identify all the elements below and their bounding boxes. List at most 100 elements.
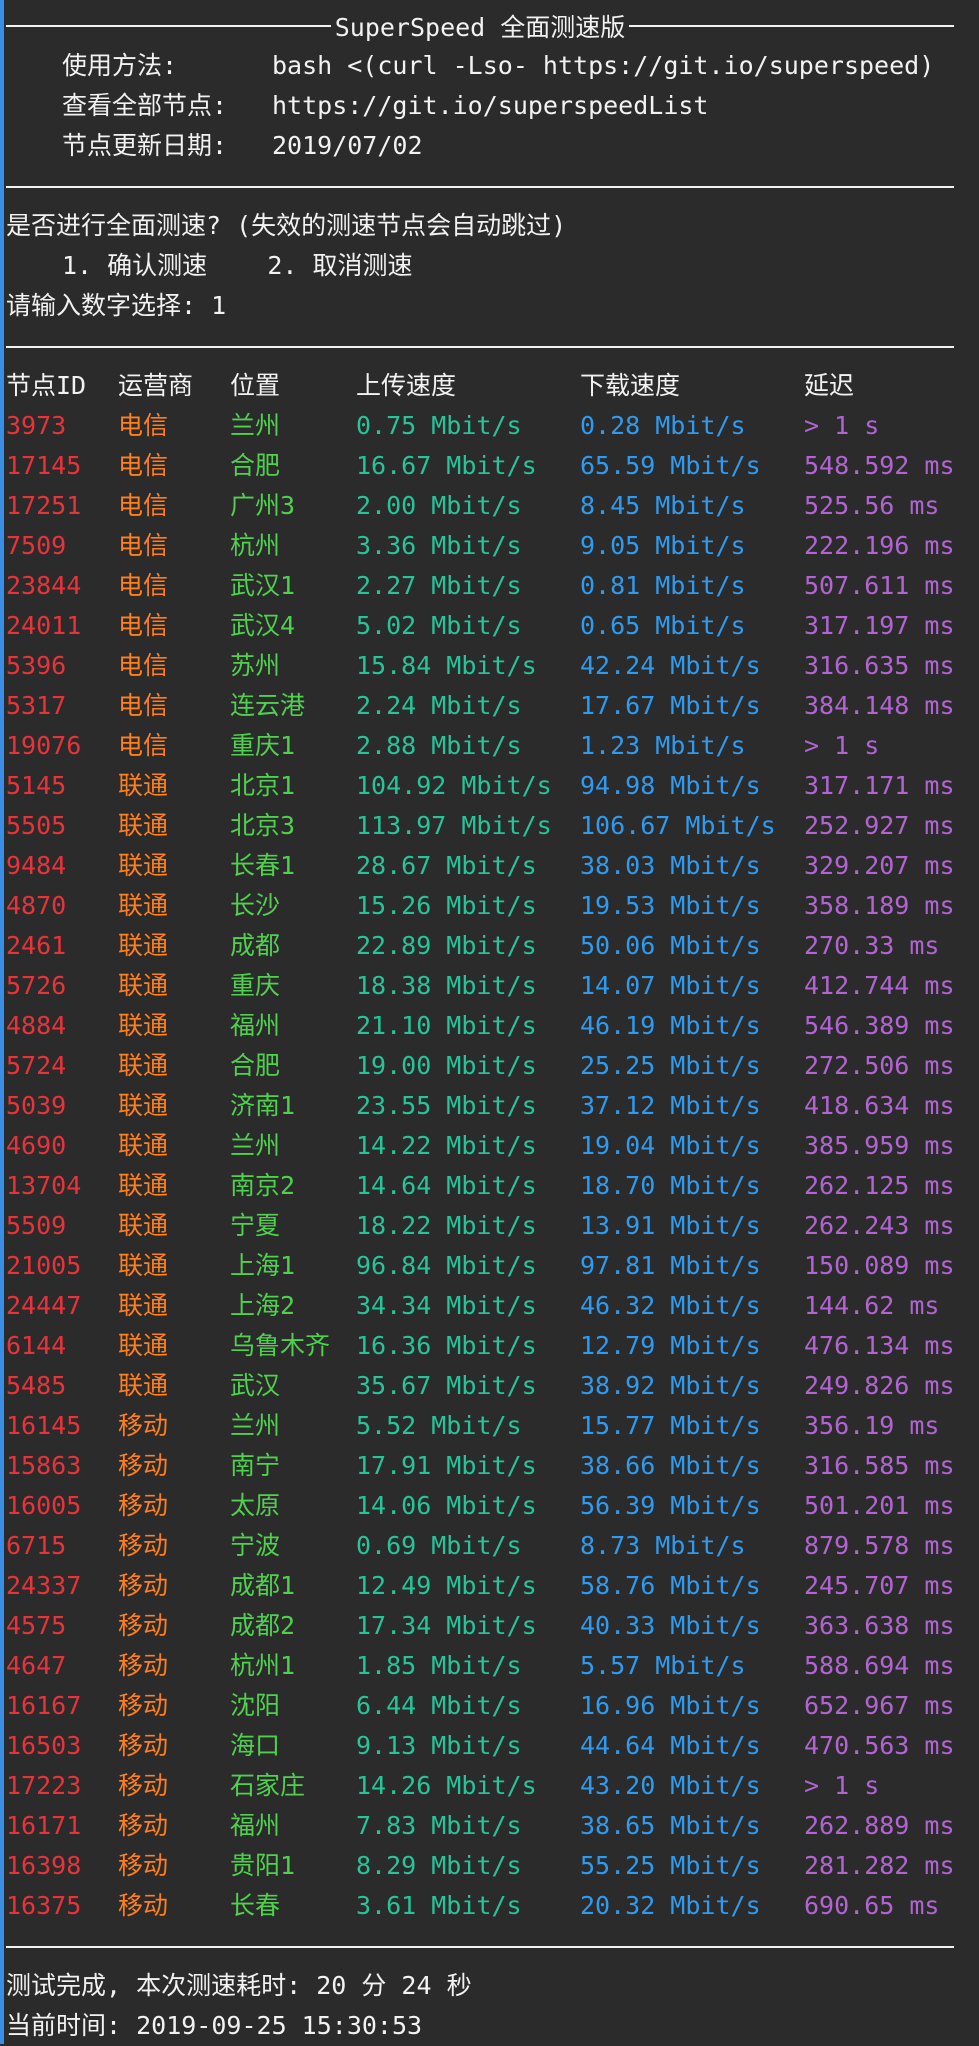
cell-isp: 电信: [118, 491, 169, 520]
cell-download-speed: 43.20 Mbit/s: [580, 1771, 761, 1800]
cell-node-id: 4690: [6, 1131, 67, 1160]
test-complete-message: 测试完成, 本次测速耗时: 20 分 24 秒: [6, 1971, 472, 2000]
table-row: 7509 电信 杭州 3.36 Mbit/s 9.05 Mbit/s 222.196 ms: [0, 526, 979, 566]
prompt-input-line: 请输入数字选择: 1: [6, 291, 227, 320]
cell-location: 杭州1: [230, 1651, 296, 1680]
cell-latency: 470.563 ms: [804, 1731, 955, 1760]
cell-download-speed: 8.45 Mbit/s: [580, 491, 746, 520]
cell-download-speed: 55.25 Mbit/s: [580, 1851, 761, 1880]
cell-download-speed: 50.06 Mbit/s: [580, 931, 761, 960]
table-row: 16167 移动 沈阳 6.44 Mbit/s 16.96 Mbit/s 652.967 …: [0, 1686, 979, 1726]
cell-latency: 262.889 ms: [804, 1811, 955, 1840]
header-download: 下载速度: [580, 371, 681, 400]
cell-isp: 移动: [118, 1651, 169, 1680]
cell-upload-speed: 16.36 Mbit/s: [356, 1331, 537, 1360]
cell-location: 海口: [230, 1731, 281, 1760]
cell-download-speed: 97.81 Mbit/s: [580, 1251, 761, 1280]
cell-upload-speed: 8.29 Mbit/s: [356, 1851, 522, 1880]
cell-upload-speed: 12.49 Mbit/s: [356, 1571, 537, 1600]
cell-location: 福州: [230, 1811, 281, 1840]
cell-upload-speed: 3.61 Mbit/s: [356, 1891, 522, 1920]
cell-upload-speed: 14.64 Mbit/s: [356, 1171, 537, 1200]
cell-isp: 联通: [118, 1091, 169, 1120]
cell-location: 成都: [230, 931, 281, 960]
cell-node-id: 4870: [6, 891, 67, 920]
cell-location: 连云港: [230, 691, 306, 720]
cell-node-id: 16145: [6, 1411, 82, 1440]
table-row: 6715 移动 宁波 0.69 Mbit/s 8.73 Mbit/s 879.578 ms: [0, 1526, 979, 1566]
cell-download-speed: 19.04 Mbit/s: [580, 1131, 761, 1160]
cell-latency: 329.207 ms: [804, 851, 955, 880]
cell-download-speed: 0.28 Mbit/s: [580, 411, 746, 440]
cell-isp: 联通: [118, 891, 169, 920]
cell-download-speed: 17.67 Mbit/s: [580, 691, 761, 720]
table-row: 23844 电信 武汉1 2.27 Mbit/s 0.81 Mbit/s 507.611 …: [0, 566, 979, 606]
cell-latency: > 1 s: [804, 411, 880, 440]
cell-download-speed: 38.66 Mbit/s: [580, 1451, 761, 1480]
table-row: 19076 电信 重庆1 2.88 Mbit/s 1.23 Mbit/s > 1 s: [0, 726, 979, 766]
cell-latency: 412.744 ms: [804, 971, 955, 1000]
cell-upload-speed: 2.00 Mbit/s: [356, 491, 522, 520]
cell-download-speed: 46.19 Mbit/s: [580, 1011, 761, 1040]
cell-latency: 281.282 ms: [804, 1851, 955, 1880]
cell-node-id: 16005: [6, 1491, 82, 1520]
cell-isp: 移动: [118, 1691, 169, 1720]
cell-node-id: 4884: [6, 1011, 67, 1040]
table-row: 24011 电信 武汉4 5.02 Mbit/s 0.65 Mbit/s 317.197 …: [0, 606, 979, 646]
cell-isp: 移动: [118, 1891, 169, 1920]
cell-location: 武汉1: [230, 571, 296, 600]
table-row: 4690 联通 兰州 14.22 Mbit/s 19.04 Mbit/s 385.959 …: [0, 1126, 979, 1166]
cell-latency: 150.089 ms: [804, 1251, 955, 1280]
cell-location: 兰州: [230, 1411, 281, 1440]
cell-latency: 546.389 ms: [804, 1011, 955, 1040]
cell-upload-speed: 34.34 Mbit/s: [356, 1291, 537, 1320]
cell-location: 合肥: [230, 1051, 281, 1080]
cell-latency: 252.927 ms: [804, 811, 955, 840]
cell-latency: 588.694 ms: [804, 1651, 955, 1680]
cell-latency: 272.506 ms: [804, 1051, 955, 1080]
cell-latency: 652.967 ms: [804, 1691, 955, 1720]
cell-location: 兰州: [230, 1131, 281, 1160]
cell-isp: 联通: [118, 1131, 169, 1160]
table-row: 15863 移动 南宁 17.91 Mbit/s 38.66 Mbit/s 316.585…: [0, 1446, 979, 1486]
table-row: 5317 电信 连云港 2.24 Mbit/s 17.67 Mbit/s 384.148 …: [0, 686, 979, 726]
cell-upload-speed: 0.69 Mbit/s: [356, 1531, 522, 1560]
cell-isp: 联通: [118, 1051, 169, 1080]
table-row: 16145 移动 兰州 5.52 Mbit/s 15.77 Mbit/s 356.19 m…: [0, 1406, 979, 1446]
cell-latency: > 1 s: [804, 1771, 880, 1800]
cell-download-speed: 5.57 Mbit/s: [580, 1651, 746, 1680]
cell-download-speed: 42.24 Mbit/s: [580, 651, 761, 680]
cell-node-id: 17251: [6, 491, 82, 520]
cell-download-speed: 9.05 Mbit/s: [580, 531, 746, 560]
cell-latency: 270.33 ms: [804, 931, 940, 960]
table-row: 13704 联通 南京2 14.64 Mbit/s 18.70 Mbit/s 262.12…: [0, 1166, 979, 1206]
cell-node-id: 16503: [6, 1731, 82, 1760]
cell-isp: 联通: [118, 851, 169, 880]
table-row: 6144 联通 乌鲁木齐 16.36 Mbit/s 12.79 Mbit/s 476.13…: [0, 1326, 979, 1366]
cell-upload-speed: 0.75 Mbit/s: [356, 411, 522, 440]
cell-upload-speed: 23.55 Mbit/s: [356, 1091, 537, 1120]
cell-node-id: 19076: [6, 731, 82, 760]
cell-latency: 356.19 ms: [804, 1411, 940, 1440]
cell-download-speed: 13.91 Mbit/s: [580, 1211, 761, 1240]
table-row: 17223 移动 石家庄 14.26 Mbit/s 43.20 Mbit/s > 1 s: [0, 1766, 979, 1806]
cell-upload-speed: 96.84 Mbit/s: [356, 1251, 537, 1280]
cell-node-id: 17145: [6, 451, 82, 480]
cell-location: 南宁: [230, 1451, 281, 1480]
cell-isp: 移动: [118, 1771, 169, 1800]
cell-upload-speed: 2.88 Mbit/s: [356, 731, 522, 760]
cell-location: 沈阳: [230, 1691, 281, 1720]
table-row: 16171 移动 福州 7.83 Mbit/s 38.65 Mbit/s 262.889 …: [0, 1806, 979, 1846]
cell-download-speed: 94.98 Mbit/s: [580, 771, 761, 800]
cell-upload-speed: 14.26 Mbit/s: [356, 1771, 537, 1800]
cell-location: 重庆: [230, 971, 281, 1000]
cell-location: 重庆1: [230, 731, 296, 760]
cell-upload-speed: 9.13 Mbit/s: [356, 1731, 522, 1760]
table-row: 9484 联通 长春1 28.67 Mbit/s 38.03 Mbit/s 329.207…: [0, 846, 979, 886]
cell-isp: 联通: [118, 1011, 169, 1040]
cell-upload-speed: 5.52 Mbit/s: [356, 1411, 522, 1440]
cell-node-id: 17223: [6, 1771, 82, 1800]
cell-isp: 电信: [118, 691, 169, 720]
cell-isp: 移动: [118, 1811, 169, 1840]
cell-node-id: 16171: [6, 1811, 82, 1840]
